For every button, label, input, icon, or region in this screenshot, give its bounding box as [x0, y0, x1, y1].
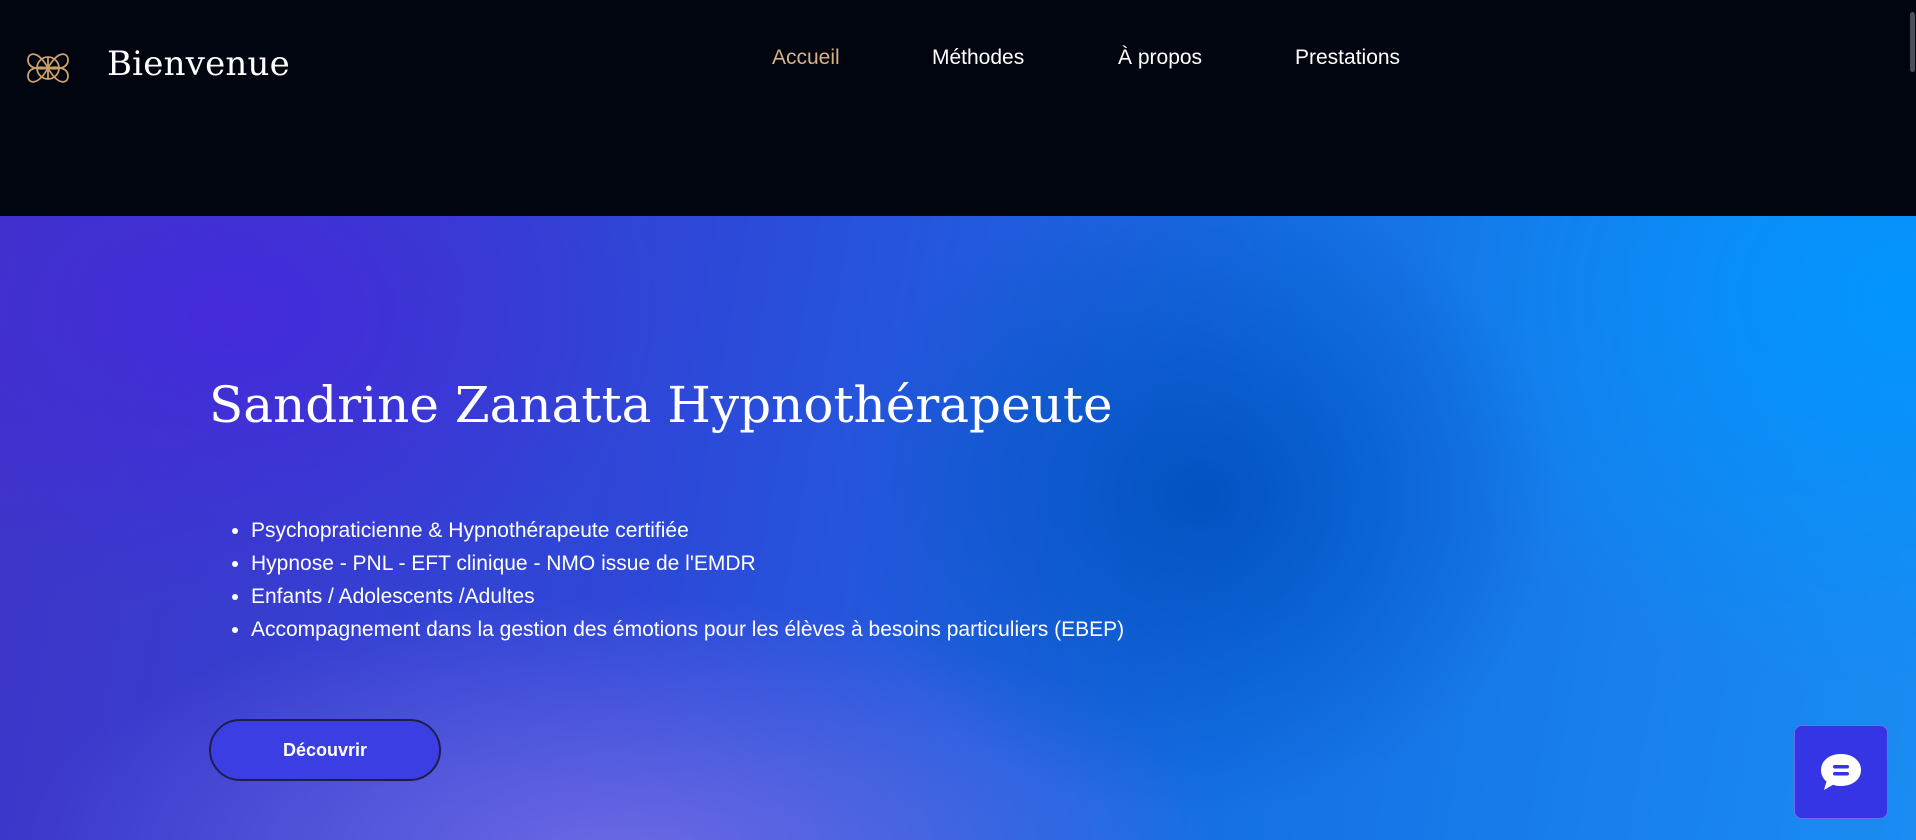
nav-item-a-propos[interactable]: À propos	[1118, 46, 1202, 70]
list-item: Accompagnement dans la gestion des émoti…	[251, 613, 1124, 646]
main-nav: Accueil Méthodes À propos Prestations	[0, 46, 1916, 76]
list-item: Psychopraticienne & Hypnothérapeute cert…	[251, 514, 1124, 547]
chat-button[interactable]	[1794, 725, 1888, 819]
discover-button[interactable]: Découvrir	[209, 719, 441, 781]
scrollbar-thumb[interactable]	[1910, 12, 1915, 72]
hero-section: Sandrine Zanatta Hypnothérapeute Psychop…	[0, 216, 1916, 840]
nav-item-accueil[interactable]: Accueil	[772, 46, 840, 70]
nav-item-methodes[interactable]: Méthodes	[932, 46, 1024, 70]
site-header: Bienvenue Accueil Méthodes À propos Pres…	[0, 0, 1916, 216]
hero-title: Sandrine Zanatta Hypnothérapeute	[209, 376, 1113, 434]
chat-bubble-icon	[1821, 754, 1861, 790]
hero-bullet-list: Psychopraticienne & Hypnothérapeute cert…	[209, 514, 1124, 646]
nav-item-prestations[interactable]: Prestations	[1295, 46, 1400, 70]
page-scrollbar[interactable]	[1908, 0, 1916, 840]
list-item: Hypnose - PNL - EFT clinique - NMO issue…	[251, 547, 1124, 580]
list-item: Enfants / Adolescents /Adultes	[251, 580, 1124, 613]
